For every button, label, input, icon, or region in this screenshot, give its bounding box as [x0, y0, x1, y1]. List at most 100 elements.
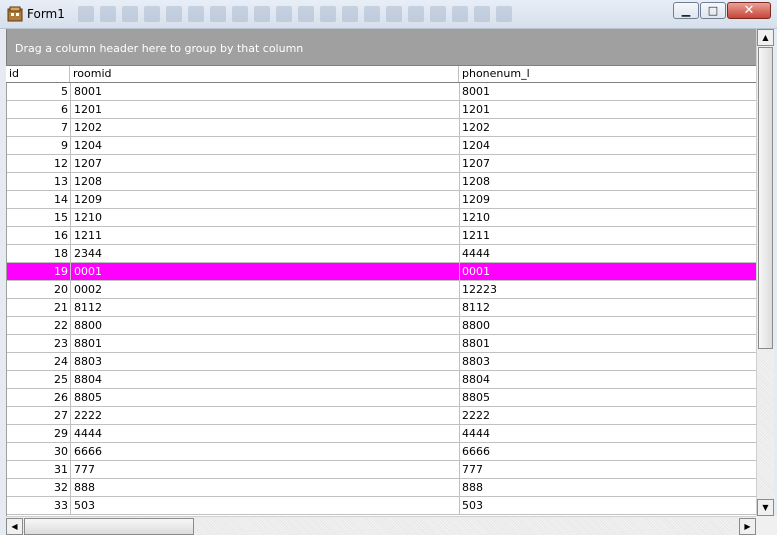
table-row[interactable]: 18 2344 4444	[7, 245, 756, 263]
cell-id[interactable]: 20	[7, 281, 71, 298]
cell-roomid[interactable]: 8112	[71, 299, 460, 316]
column-header-phonenum[interactable]: phonenum_l	[459, 66, 756, 82]
cell-phonenum[interactable]: 1207	[460, 155, 756, 172]
table-row[interactable]: 22 8800 8800	[7, 317, 756, 335]
table-row[interactable]: 33 503 503	[7, 497, 756, 515]
cell-id[interactable]: 24	[7, 353, 71, 370]
cell-id[interactable]: 30	[7, 443, 71, 460]
close-button[interactable]: ✕	[727, 2, 771, 19]
cell-roomid[interactable]: 2222	[71, 407, 460, 424]
cell-roomid[interactable]: 4444	[71, 425, 460, 442]
cell-phonenum[interactable]: 8804	[460, 371, 756, 388]
cell-phonenum[interactable]: 1208	[460, 173, 756, 190]
cell-roomid[interactable]: 8800	[71, 317, 460, 334]
cell-phonenum[interactable]: 1210	[460, 209, 756, 226]
cell-id[interactable]: 21	[7, 299, 71, 316]
cell-roomid[interactable]: 1210	[71, 209, 460, 226]
cell-id[interactable]: 6	[7, 101, 71, 118]
table-row[interactable]: 21 8112 8112	[7, 299, 756, 317]
group-by-panel[interactable]: Drag a column header here to group by th…	[6, 29, 756, 65]
cell-roomid[interactable]: 0001	[71, 263, 460, 280]
cell-phonenum[interactable]: 0001	[460, 263, 756, 280]
scroll-down-button[interactable]: ▼	[757, 499, 774, 516]
cell-roomid[interactable]: 8001	[71, 83, 460, 100]
table-row-selected[interactable]: 19 0001 0001	[7, 263, 756, 281]
table-row[interactable]: 16 1211 1211	[7, 227, 756, 245]
cell-id[interactable]: 12	[7, 155, 71, 172]
cell-phonenum[interactable]: 503	[460, 497, 756, 514]
scroll-up-button[interactable]: ▲	[757, 29, 774, 46]
cell-phonenum[interactable]: 12223	[460, 281, 756, 298]
table-row[interactable]: 26 8805 8805	[7, 389, 756, 407]
cell-phonenum[interactable]: 8112	[460, 299, 756, 316]
cell-phonenum[interactable]: 8803	[460, 353, 756, 370]
cell-roomid[interactable]: 1201	[71, 101, 460, 118]
cell-id[interactable]: 31	[7, 461, 71, 478]
cell-id[interactable]: 19	[7, 263, 71, 280]
table-row[interactable]: 7 1202 1202	[7, 119, 756, 137]
cell-id[interactable]: 9	[7, 137, 71, 154]
cell-id[interactable]: 14	[7, 191, 71, 208]
cell-roomid[interactable]: 2344	[71, 245, 460, 262]
cell-phonenum[interactable]: 8805	[460, 389, 756, 406]
cell-roomid[interactable]: 1211	[71, 227, 460, 244]
table-row[interactable]: 5 8001 8001	[7, 83, 756, 101]
cell-roomid[interactable]: 8801	[71, 335, 460, 352]
cell-phonenum[interactable]: 8800	[460, 317, 756, 334]
table-row[interactable]: 14 1209 1209	[7, 191, 756, 209]
table-row[interactable]: 27 2222 2222	[7, 407, 756, 425]
cell-phonenum[interactable]: 1202	[460, 119, 756, 136]
cell-phonenum[interactable]: 8001	[460, 83, 756, 100]
cell-roomid[interactable]: 777	[71, 461, 460, 478]
table-row[interactable]: 13 1208 1208	[7, 173, 756, 191]
cell-id[interactable]: 18	[7, 245, 71, 262]
vertical-scroll-thumb[interactable]	[758, 47, 773, 349]
cell-id[interactable]: 29	[7, 425, 71, 442]
cell-phonenum[interactable]: 1204	[460, 137, 756, 154]
cell-roomid[interactable]: 0002	[71, 281, 460, 298]
cell-id[interactable]: 25	[7, 371, 71, 388]
table-row[interactable]: 30 6666 6666	[7, 443, 756, 461]
cell-phonenum[interactable]: 888	[460, 479, 756, 496]
horizontal-scroll-thumb[interactable]	[24, 518, 194, 535]
column-header-roomid[interactable]: roomid	[70, 66, 459, 82]
cell-roomid[interactable]: 8804	[71, 371, 460, 388]
app-icon[interactable]	[7, 6, 23, 22]
table-row[interactable]: 6 1201 1201	[7, 101, 756, 119]
cell-roomid[interactable]: 8803	[71, 353, 460, 370]
table-row[interactable]: 31 777 777	[7, 461, 756, 479]
maximize-button[interactable]: □	[700, 2, 726, 19]
table-row[interactable]: 23 8801 8801	[7, 335, 756, 353]
cell-phonenum[interactable]: 777	[460, 461, 756, 478]
cell-id[interactable]: 16	[7, 227, 71, 244]
table-row[interactable]: 15 1210 1210	[7, 209, 756, 227]
cell-phonenum[interactable]: 2222	[460, 407, 756, 424]
cell-id[interactable]: 22	[7, 317, 71, 334]
cell-roomid[interactable]: 1208	[71, 173, 460, 190]
cell-phonenum[interactable]: 6666	[460, 443, 756, 460]
table-row[interactable]: 24 8803 8803	[7, 353, 756, 371]
table-row[interactable]: 20 0002 12223	[7, 281, 756, 299]
cell-roomid[interactable]: 503	[71, 497, 460, 514]
cell-id[interactable]: 26	[7, 389, 71, 406]
cell-roomid[interactable]: 1204	[71, 137, 460, 154]
cell-phonenum[interactable]: 1201	[460, 101, 756, 118]
table-row[interactable]: 25 8804 8804	[7, 371, 756, 389]
cell-phonenum[interactable]: 8801	[460, 335, 756, 352]
cell-phonenum[interactable]: 1211	[460, 227, 756, 244]
scroll-right-button[interactable]: ▶	[739, 518, 756, 535]
cell-roomid[interactable]: 6666	[71, 443, 460, 460]
table-row[interactable]: 12 1207 1207	[7, 155, 756, 173]
cell-roomid[interactable]: 1207	[71, 155, 460, 172]
cell-roomid[interactable]: 1202	[71, 119, 460, 136]
cell-id[interactable]: 27	[7, 407, 71, 424]
cell-phonenum[interactable]: 4444	[460, 245, 756, 262]
vertical-scrollbar[interactable]: ▲ ▼	[756, 29, 774, 516]
table-row[interactable]: 9 1204 1204	[7, 137, 756, 155]
cell-roomid[interactable]: 888	[71, 479, 460, 496]
cell-id[interactable]: 15	[7, 209, 71, 226]
table-row[interactable]: 29 4444 4444	[7, 425, 756, 443]
cell-roomid[interactable]: 8805	[71, 389, 460, 406]
cell-phonenum[interactable]: 4444	[460, 425, 756, 442]
cell-id[interactable]: 32	[7, 479, 71, 496]
